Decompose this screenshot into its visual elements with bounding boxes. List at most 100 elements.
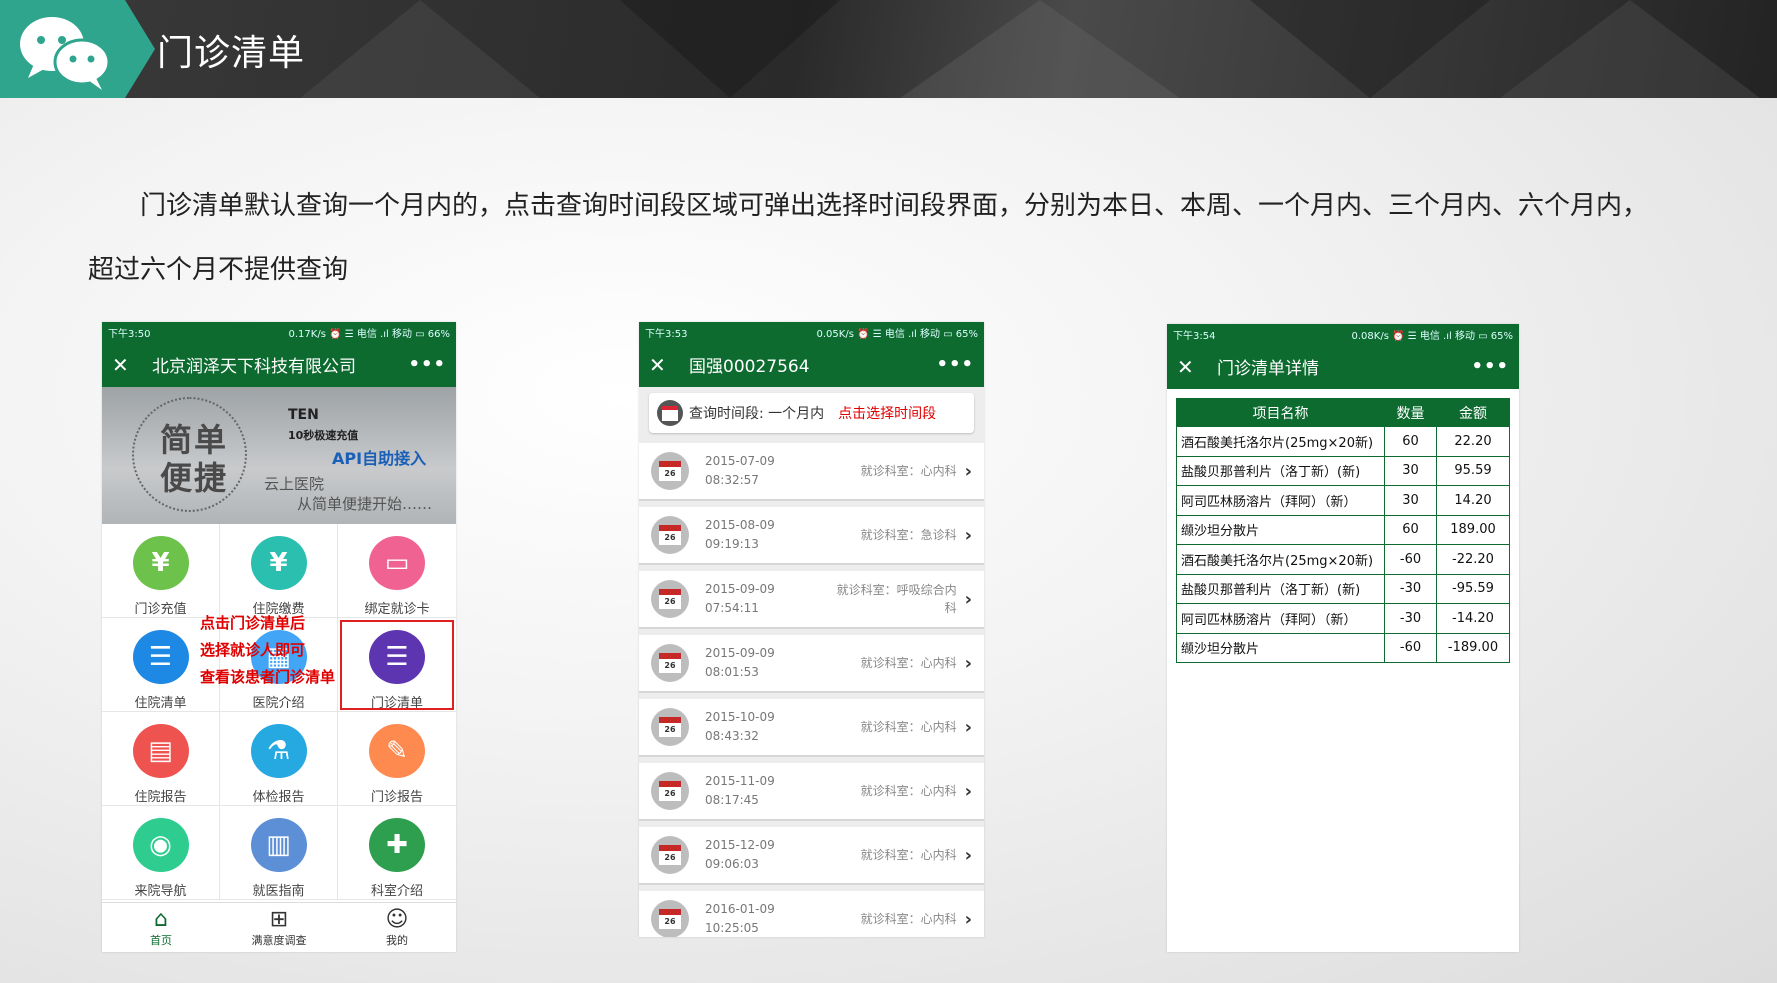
menu-item[interactable]: ◉ 来院导航 [102, 806, 220, 900]
col-header-item: 项目名称 [1176, 398, 1385, 427]
tab-survey-label: 满意度调查 [251, 933, 307, 947]
calendar-icon: 26 [651, 836, 689, 874]
chevron-right-icon: › [964, 524, 972, 546]
visit-row[interactable]: 26 2015-09-09 07:54:11 就诊科室：呼吸综合内科 › [639, 571, 984, 627]
visit-dept: 就诊科室：心内科 [860, 848, 957, 862]
visit-time: 08:17:45 [705, 793, 759, 807]
menu-item[interactable]: ▥ 就医指南 [220, 806, 338, 900]
intro-text: 门诊清单默认查询一个月内的，点击查询时间段区域可弹出选择时间段界面，分别为本日、… [88, 174, 1708, 302]
visit-row[interactable]: 26 2015-10-09 08:43:32 就诊科室：心内科 › [639, 699, 984, 755]
phone-visit-list: 下午3:53 0.05K/s ⏰ ☰ 电信 .ıl 移动 ▭ 65% ✕ 国强0… [639, 322, 984, 937]
chevron-right-icon: › [964, 652, 972, 674]
menu-item[interactable]: ¥ 门诊充值 [102, 524, 220, 618]
nav-bar: ✕ 北京润泽天下科技有限公司 ••• [102, 342, 456, 387]
building-icon: ▥ [250, 818, 307, 872]
visit-time: 10:25:05 [705, 921, 759, 935]
calendar-day: 26 [659, 909, 681, 929]
visit-date: 2015-12-09 [705, 838, 775, 852]
menu-item[interactable]: ▤ 住院报告 [102, 712, 220, 806]
grid-icon: ⊞ [269, 906, 289, 932]
item-name-cell: 酒石酸美托洛尔片(25mg×20新) [1176, 426, 1385, 457]
menu-item-label: 绑定就诊卡 [364, 602, 430, 617]
visit-time: 07:54:11 [705, 601, 759, 615]
menu-item[interactable]: ✚ 科室介绍 [338, 806, 456, 900]
clipboard-icon: ✎ [369, 724, 425, 778]
item-name-cell: 阿司匹林肠溶片（拜阿）（新） [1176, 603, 1385, 634]
calendar-day: 26 [659, 589, 681, 609]
status-bar: 下午3:50 0.17K/s ⏰ ☰ 电信 .ıl 移动 ▭ 66% [102, 322, 456, 342]
visit-row[interactable]: 26 2016-01-09 10:25:05 就诊科室：心内科 › [639, 891, 984, 937]
phone-detail: 下午3:54 0.08K/s ⏰ ☰ 电信 .ıl 移动 ▭ 65% ✕ 门诊清… [1167, 324, 1519, 952]
visit-dept: 就诊科室：心内科 [860, 656, 957, 670]
more-icon[interactable]: ••• [936, 354, 974, 375]
visit-row[interactable]: 26 2015-09-09 08:01:53 就诊科室：心内科 › [639, 635, 984, 691]
menu-item-label: 医院介绍 [252, 696, 305, 711]
table-header-row: 项目名称 数量 金额 [1176, 398, 1510, 427]
tab-home[interactable]: ⌂ 首页 [102, 903, 220, 952]
close-icon[interactable]: ✕ [1177, 355, 1203, 379]
calendar-icon: 26 [651, 900, 689, 937]
card-icon: ▭ [369, 536, 425, 590]
close-icon[interactable]: ✕ [649, 353, 675, 377]
visit-date: 2015-08-09 [705, 518, 775, 532]
select-period-link[interactable]: 点击选择时间段 [838, 403, 936, 423]
visit-date: 2015-07-09 [705, 454, 775, 468]
table-row: 阿司匹林肠溶片（拜阿）（新） 30 14.20 [1176, 485, 1510, 516]
close-icon[interactable]: ✕ [112, 353, 138, 377]
qty-cell: -30 [1384, 603, 1437, 634]
status-info: 0.17K/s ⏰ ☰ 电信 .ıl 移动 ▭ 66% [288, 328, 450, 340]
item-name-cell: 盐酸贝那普利片（洛丁新）(新) [1176, 455, 1385, 486]
menu-item[interactable]: ⚗ 体检报告 [220, 712, 338, 806]
query-period-selector[interactable]: 查询时间段: 一个月内 点击选择时间段 [649, 393, 974, 433]
chevron-right-icon: › [964, 460, 972, 482]
visit-date: 2015-09-09 [705, 646, 775, 660]
banner-slogan: 从简单便捷开始…… [297, 495, 433, 513]
amount-cell: 22.20 [1436, 426, 1510, 457]
visit-row[interactable]: 26 2015-11-09 08:17:45 就诊科室：心内科 › [639, 763, 984, 819]
banner-big-2: 便捷 [160, 459, 229, 497]
menu-item[interactable]: ✎ 门诊报告 [338, 712, 456, 806]
chevron-right-icon: › [964, 588, 972, 610]
promo-banner[interactable]: 简单 便捷 TEN 10秒极速充值 API自助接入 云上医院 从简单便捷开始…… [102, 387, 456, 524]
qty-cell: 60 [1384, 514, 1437, 545]
microscope-icon: ⚗ [250, 724, 307, 778]
nav-bar: ✕ 国强00027564 ••• [639, 342, 984, 387]
tab-mine[interactable]: ☺ 我的 [338, 903, 456, 952]
calendar-day: 26 [659, 781, 681, 801]
visit-row[interactable]: 26 2015-07-09 08:32:57 就诊科室：心内科 › [639, 443, 984, 499]
menu-item[interactable]: ¥ 住院缴费 [220, 524, 338, 618]
nav-bar: ✕ 门诊清单详情 ••• [1167, 344, 1519, 389]
list-icon: ☰ [132, 630, 189, 684]
menu-item[interactable]: ▭ 绑定就诊卡 [338, 524, 456, 618]
nav-title: 北京润泽天下科技有限公司 [152, 357, 356, 377]
visit-row[interactable]: 26 2015-12-09 09:06:03 就诊科室：心内科 › [639, 827, 984, 883]
tab-survey[interactable]: ⊞ 满意度调查 [220, 903, 338, 952]
menu-item[interactable]: ☰ 门诊清单 [338, 618, 456, 712]
status-bar: 下午3:53 0.05K/s ⏰ ☰ 电信 .ıl 移动 ▭ 65% [639, 322, 984, 342]
calendar-day: 26 [659, 525, 681, 545]
menu-item-label: 门诊报告 [370, 790, 423, 805]
calendar-icon: 26 [651, 644, 689, 682]
visit-time: 08:32:57 [705, 473, 759, 487]
visit-dept: 就诊科室：心内科 [860, 720, 957, 734]
visit-time: 09:19:13 [705, 537, 759, 551]
visit-datetime: 2015-07-09 08:32:57 [705, 452, 835, 490]
status-time: 下午3:50 [108, 328, 151, 340]
more-icon[interactable]: ••• [408, 354, 446, 375]
banner-ten: TEN [288, 407, 319, 423]
status-info: 0.05K/s ⏰ ☰ 电信 .ıl 移动 ▭ 65% [816, 328, 978, 340]
calendar-icon [657, 400, 683, 426]
status-info: 0.08K/s ⏰ ☰ 电信 .ıl 移动 ▭ 65% [1351, 330, 1513, 342]
amount-cell: 95.59 [1436, 455, 1510, 486]
calendar-day: 26 [659, 717, 681, 737]
visit-datetime: 2015-08-09 09:19:13 [705, 516, 835, 554]
visit-date: 2015-09-09 [705, 582, 775, 596]
amount-cell: -14.20 [1436, 603, 1510, 634]
intro-line-2: 超过六个月不提供查询 [88, 255, 349, 285]
table-row: 酒石酸美托洛尔片(25mg×20新) -60 -22.20 [1176, 544, 1510, 575]
visit-dept: 就诊科室：呼吸综合内科 [836, 583, 957, 615]
more-icon[interactable]: ••• [1471, 356, 1509, 377]
visit-datetime: 2016-01-09 10:25:05 [705, 900, 835, 937]
visit-row[interactable]: 26 2015-08-09 09:19:13 就诊科室：急诊科 › [639, 507, 984, 563]
detail-table: 项目名称 数量 金额 酒石酸美托洛尔片(25mg×20新) 60 22.20 盐酸贝那… [1176, 398, 1510, 663]
